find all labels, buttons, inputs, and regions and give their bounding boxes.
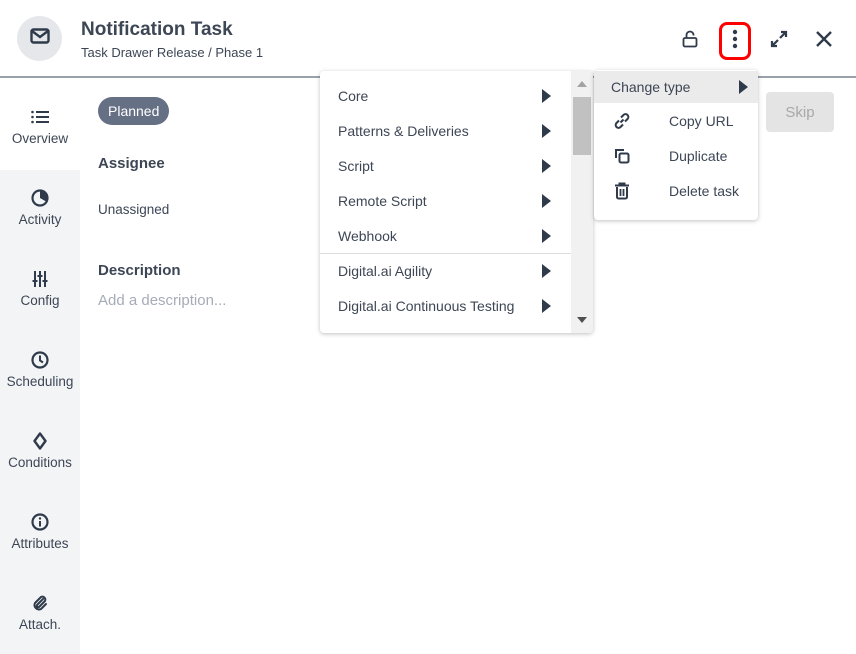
- menu-item-script[interactable]: Script: [320, 148, 571, 183]
- activity-clock-icon: [30, 188, 50, 208]
- sidebar-item-attachments[interactable]: Attach.: [0, 575, 80, 654]
- drawer-sidebar: Overview Activity Config Scheduling Cond…: [0, 89, 80, 654]
- task-type-submenu: Core Patterns & Deliveries Script Remote…: [320, 71, 593, 333]
- list-icon: [30, 107, 50, 127]
- clock-icon: [30, 350, 50, 370]
- task-type-list: Core Patterns & Deliveries Script Remote…: [320, 71, 571, 323]
- sidebar-item-label: Config: [20, 293, 60, 308]
- menu-item-digitalai-agility[interactable]: Digital.ai Agility: [320, 253, 571, 288]
- menu-item-label: Core: [338, 87, 369, 104]
- assignee-label: Assignee: [98, 155, 165, 172]
- sidebar-item-label: Attach.: [18, 617, 62, 632]
- task-type-avatar: [17, 16, 62, 61]
- diamond-icon: [30, 431, 50, 451]
- duplicate-icon: [612, 146, 632, 166]
- lock-button[interactable]: [674, 24, 706, 58]
- menu-item-label: Change type: [611, 79, 691, 95]
- sidebar-item-label: Conditions: [8, 455, 72, 470]
- menu-item-label: Patterns & Deliveries: [338, 122, 469, 139]
- sidebar-item-overview[interactable]: Overview: [0, 89, 80, 170]
- skip-button[interactable]: Skip: [766, 92, 834, 132]
- menu-item-core[interactable]: Core: [320, 78, 571, 113]
- scrollbar-thumb[interactable]: [573, 97, 591, 155]
- sidebar-item-label: Activity: [18, 212, 62, 227]
- scroll-up-arrow-icon[interactable]: [577, 81, 587, 87]
- link-icon: [612, 111, 632, 131]
- chevron-right-icon: [542, 193, 551, 208]
- task-title: Notification Task: [81, 19, 233, 40]
- menu-item-label: Copy URL: [669, 112, 734, 129]
- menu-item-label: Digital.ai Agility: [338, 263, 433, 279]
- menu-item-webhook[interactable]: Webhook: [320, 218, 571, 253]
- chevron-right-icon: [739, 80, 748, 94]
- menu-item-label: Webhook: [338, 227, 397, 244]
- menu-item-copy-url[interactable]: Copy URL: [594, 103, 758, 138]
- sidebar-item-label: Overview: [11, 131, 69, 146]
- task-header: Notification Task Task Drawer Release / …: [0, 0, 856, 78]
- menu-item-patterns-deliveries[interactable]: Patterns & Deliveries: [320, 113, 571, 148]
- assignee-field[interactable]: Unassigned: [98, 202, 169, 217]
- expand-button[interactable]: [763, 24, 795, 58]
- chevron-right-icon: [542, 123, 551, 138]
- menu-item-label: Remote Script: [338, 192, 427, 209]
- sidebar-item-conditions[interactable]: Conditions: [0, 413, 80, 494]
- chevron-right-icon: [542, 88, 551, 103]
- close-button[interactable]: [808, 24, 840, 58]
- menu-item-label: Digital.ai Continuous Testing: [338, 297, 515, 314]
- paperclip-icon: [30, 593, 50, 613]
- sidebar-item-scheduling[interactable]: Scheduling: [0, 332, 80, 413]
- menu-item-change-type[interactable]: Change type: [594, 71, 758, 103]
- menu-item-remote-script[interactable]: Remote Script: [320, 183, 571, 218]
- more-options-menu: Change type Copy URL Duplicate Delete ta…: [594, 70, 758, 220]
- menu-item-label: Delete task: [669, 182, 740, 199]
- chevron-right-icon: [542, 298, 551, 313]
- chevron-right-icon: [542, 264, 551, 278]
- sidebar-item-attributes[interactable]: Attributes: [0, 494, 80, 575]
- info-icon: [30, 512, 50, 532]
- trash-icon: [612, 181, 632, 201]
- menu-item-label: Duplicate: [669, 147, 728, 164]
- sidebar-item-config[interactable]: Config: [0, 251, 80, 332]
- expand-icon: [770, 30, 788, 53]
- menu-item-digitalai-continuous-testing[interactable]: Digital.ai Continuous Testing: [320, 288, 571, 323]
- chevron-right-icon: [542, 158, 551, 173]
- sidebar-item-label: Attributes: [11, 536, 69, 551]
- chevron-right-icon: [542, 228, 551, 243]
- menu-item-duplicate[interactable]: Duplicate: [594, 138, 758, 173]
- more-vertical-icon: [732, 29, 738, 54]
- breadcrumb: Task Drawer Release / Phase 1: [81, 45, 264, 60]
- submenu-scrollbar[interactable]: [571, 71, 593, 333]
- description-label: Description: [98, 262, 181, 279]
- lock-icon: [682, 30, 698, 53]
- sidebar-item-label: Scheduling: [6, 374, 74, 389]
- sliders-icon: [30, 269, 50, 289]
- envelope-icon: [29, 28, 50, 49]
- menu-item-label: Script: [338, 157, 374, 174]
- menu-item-delete-task[interactable]: Delete task: [594, 173, 758, 208]
- sidebar-item-activity[interactable]: Activity: [0, 170, 80, 251]
- close-icon: [815, 30, 833, 53]
- scroll-down-arrow-icon[interactable]: [577, 317, 587, 323]
- more-options-button[interactable]: [719, 22, 751, 60]
- status-badge: Planned: [98, 97, 170, 125]
